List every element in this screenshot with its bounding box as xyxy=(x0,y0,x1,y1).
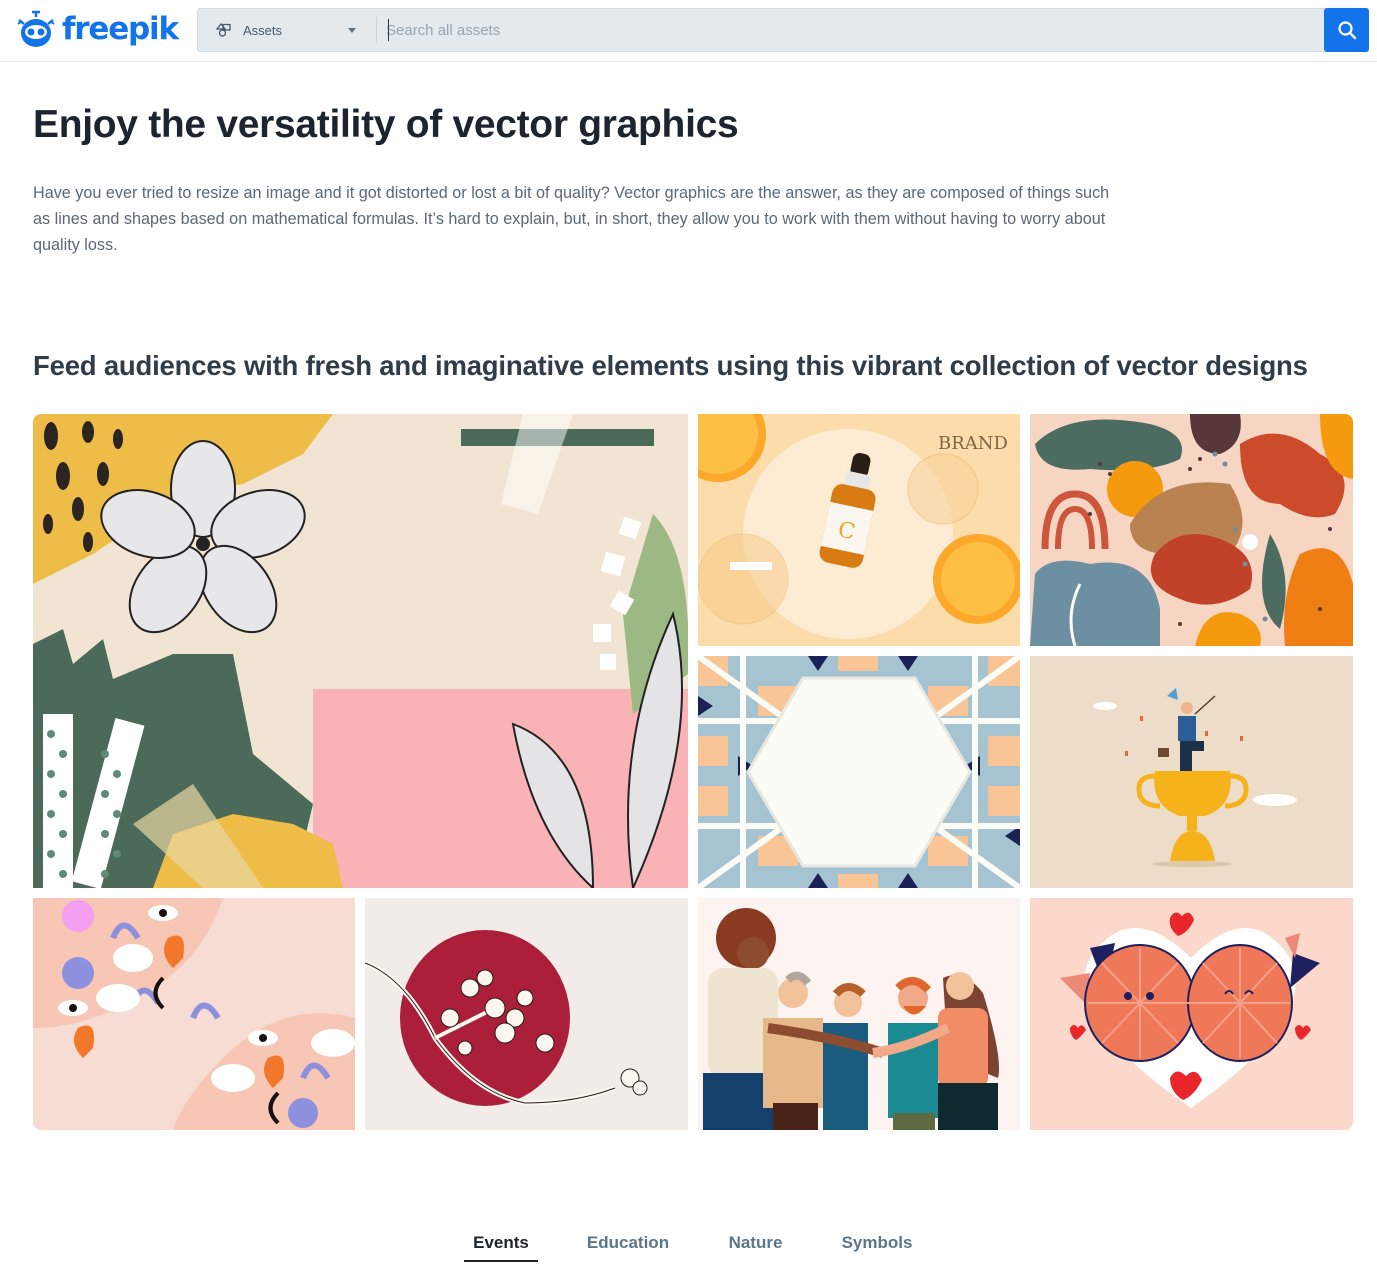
islamic-pattern-image xyxy=(698,656,1020,888)
grapefruit-couple-image xyxy=(1030,898,1353,1130)
asset-type-label: Assets xyxy=(243,22,283,38)
logo-wordmark: freepik xyxy=(62,10,179,47)
top-header: freepik Assets xyxy=(0,0,1377,62)
page-title: Enjoy the versatility of vector graphics xyxy=(33,103,739,146)
freepik-logo[interactable]: freepik xyxy=(16,8,179,50)
text-cursor xyxy=(388,19,389,41)
gallery-item-team-hands[interactable] xyxy=(698,898,1020,1130)
gallery-item-cherry-blossom-sun[interactable] xyxy=(365,898,688,1130)
tab-events[interactable]: Events xyxy=(464,1228,538,1262)
abstract-shapes-image xyxy=(1030,414,1353,646)
gallery-item-islamic-pattern[interactable] xyxy=(698,656,1020,888)
gallery-heading: Feed audiences with fresh and imaginativ… xyxy=(33,350,1308,381)
shapes-icon xyxy=(216,23,231,37)
cherry-blossom-sun-image xyxy=(365,898,688,1130)
tab-nature[interactable]: Nature xyxy=(718,1228,793,1262)
trophy-businessman-image xyxy=(1030,656,1353,888)
team-hands-image xyxy=(698,898,1020,1130)
rainbow-eyes-pattern-image xyxy=(33,898,355,1130)
tab-symbols[interactable]: Symbols xyxy=(833,1228,921,1262)
category-tabs: Events Education Nature Symbols xyxy=(0,1228,1377,1268)
search-icon xyxy=(1337,21,1356,40)
tab-education[interactable]: Education xyxy=(578,1228,678,1262)
gallery-item-vitamin-c-serum[interactable]: C BRAND xyxy=(698,414,1020,646)
gallery-item-collage-flower[interactable] xyxy=(33,414,688,888)
asset-type-dropdown[interactable]: Assets xyxy=(198,9,374,51)
gallery-item-rainbow-eyes-pattern[interactable] xyxy=(33,898,355,1130)
search-bar: Assets xyxy=(197,8,1369,52)
gallery-item-trophy-businessman[interactable] xyxy=(1030,656,1353,888)
gallery-item-grapefruit-couple[interactable] xyxy=(1030,898,1353,1130)
chevron-down-icon xyxy=(348,28,356,33)
intro-paragraph: Have you ever tried to resize an image a… xyxy=(33,184,1110,254)
collage-flower-image xyxy=(33,414,688,888)
brand-text: BRAND xyxy=(938,433,1008,454)
freepik-mascot-icon xyxy=(17,10,55,47)
search-input[interactable] xyxy=(377,9,1368,51)
vitamin-c-serum-image: C BRAND xyxy=(698,414,1020,646)
gallery-item-abstract-shapes[interactable] xyxy=(1030,414,1353,646)
search-button[interactable] xyxy=(1324,8,1369,52)
